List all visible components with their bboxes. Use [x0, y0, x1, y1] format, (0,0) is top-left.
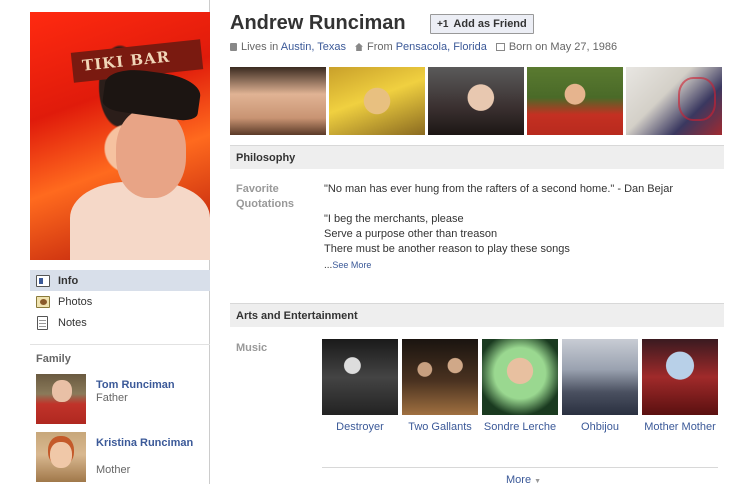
lives-in-prefix: Lives in	[241, 41, 279, 53]
strip-photo[interactable]	[626, 67, 722, 135]
family-member-name[interactable]: Kristina Runciman	[96, 436, 208, 450]
family-member: Tom Runciman Father	[36, 374, 208, 424]
nav-item-label: Notes	[58, 316, 87, 329]
nav-divider	[30, 344, 210, 345]
nav-item-photos[interactable]: Photos	[30, 291, 210, 312]
music-item[interactable]: Ohbijou	[562, 339, 638, 434]
chevron-down-icon: ▼	[534, 478, 541, 484]
favorite-quotations-label: Favorite Quotations	[236, 183, 295, 210]
section-header-philosophy: Philosophy	[230, 145, 724, 169]
photos-icon	[36, 295, 50, 308]
music-divider	[322, 467, 718, 468]
music-item-name[interactable]: Destroyer	[322, 420, 398, 434]
info-icon	[36, 274, 50, 287]
nav-item-label: Info	[58, 274, 79, 287]
quote-1: "No man has ever hung from the rafters o…	[324, 183, 673, 195]
strip-photo[interactable]	[329, 67, 425, 135]
home-icon	[354, 43, 363, 51]
birthday: Born on May 27, 1986	[508, 41, 618, 53]
profile-nav: Info Photos Notes	[30, 270, 210, 333]
quote-2-line: "I beg the merchants, please	[324, 213, 464, 225]
music-item[interactable]: Sondre Lerche	[482, 339, 558, 434]
add-friend-icon: +1	[437, 18, 449, 30]
lives-in: Lives in Austin, Texas	[241, 41, 346, 53]
strip-photo[interactable]	[230, 67, 326, 135]
music-item-image[interactable]	[322, 339, 398, 415]
music-item-image[interactable]	[642, 339, 718, 415]
strip-photo[interactable]	[527, 67, 623, 135]
music-item[interactable]: Mother Mother	[642, 339, 718, 434]
building-icon	[230, 43, 237, 51]
family-member-relation: Father	[96, 392, 128, 404]
more-music-link[interactable]: More ▼	[506, 474, 541, 484]
profile-name: Andrew Runciman	[230, 12, 406, 34]
music-item-name[interactable]: Two Gallants	[402, 420, 478, 434]
add-friend-label: Add as Friend	[453, 18, 527, 30]
photo-strip	[230, 67, 724, 135]
music-item-name[interactable]: Ohbijou	[562, 420, 638, 434]
music-label: Music	[236, 342, 268, 354]
profile-picture-hat	[101, 65, 203, 123]
see-more-row: ...See More	[324, 260, 371, 271]
family-member-photo[interactable]	[36, 374, 86, 424]
lives-in-link[interactable]: Austin, Texas	[281, 41, 346, 53]
nav-item-info[interactable]: Info	[30, 270, 210, 291]
nav-item-notes[interactable]: Notes	[30, 312, 210, 333]
nav-item-label: Photos	[58, 295, 93, 308]
family-member-photo[interactable]	[36, 432, 86, 482]
strip-photo[interactable]	[428, 67, 524, 135]
see-more-link[interactable]: See More	[332, 260, 371, 270]
profile-picture-face	[116, 108, 186, 198]
more-label: More	[506, 474, 532, 484]
add-as-friend-button[interactable]: +1 Add as Friend	[430, 14, 534, 34]
music-item-image[interactable]	[482, 339, 558, 415]
music-item-name[interactable]: Mother Mother	[642, 420, 718, 434]
basic-info-line: Lives in Austin, Texas From Pensacola, F…	[230, 41, 617, 53]
family-heading: Family	[36, 353, 71, 365]
music-item-image[interactable]	[402, 339, 478, 415]
family-member-relation: Mother	[96, 464, 131, 476]
left-column: TIKI BAR Info Photos Notes Family Tom Ru…	[0, 0, 210, 484]
calendar-icon	[495, 43, 505, 51]
from-prefix: From	[366, 41, 393, 53]
hometown-link[interactable]: Pensacola, Florida	[396, 41, 487, 53]
family-member: Kristina Runciman Mother	[36, 432, 208, 482]
hometown: From Pensacola, Florida	[367, 41, 487, 53]
section-header-arts: Arts and Entertainment	[230, 303, 724, 327]
music-item-name[interactable]: Sondre Lerche	[482, 420, 558, 434]
quote-2-line: Serve a purpose other than treason	[324, 228, 498, 240]
quote-2-line: There must be another reason to play the…	[324, 243, 570, 255]
music-item[interactable]: Destroyer	[322, 339, 398, 434]
main-column: Andrew Runciman +1 Add as Friend Lives i…	[230, 0, 724, 484]
family-member-name[interactable]: Tom Runciman	[96, 378, 208, 392]
notes-icon	[37, 315, 48, 330]
music-item-image[interactable]	[562, 339, 638, 415]
profile-picture[interactable]: TIKI BAR	[30, 12, 210, 260]
music-item[interactable]: Two Gallants	[402, 339, 478, 434]
